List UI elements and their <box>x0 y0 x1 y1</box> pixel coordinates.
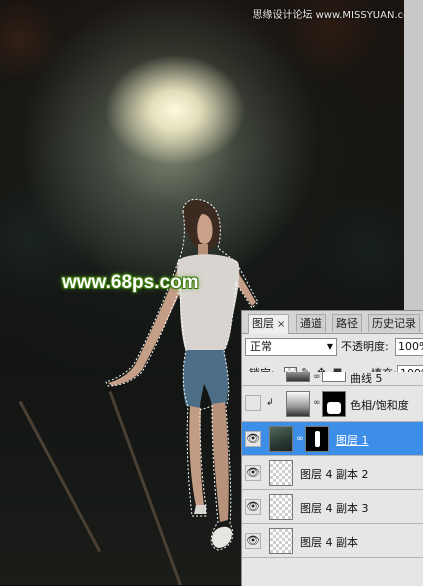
chain-link-icon: ∞ <box>313 372 321 382</box>
eye-icon[interactable]: 👁 <box>245 533 261 549</box>
layer-name: 色相/饱和度 <box>350 399 409 412</box>
eye-icon[interactable]: 👁 <box>245 499 261 515</box>
tab-channels[interactable]: 通道 <box>296 314 326 332</box>
watermark-68ps: www.68ps.com <box>62 272 199 293</box>
mask-thumbnail <box>322 372 346 382</box>
layer-name: 曲线 5 <box>350 372 383 385</box>
blend-opacity-row: 正常 ▼ 不透明度: 100% <box>242 335 423 359</box>
tab-layers-label: 图层 <box>252 317 274 330</box>
adjustment-thumbnail <box>286 391 310 417</box>
shoe-back <box>194 505 206 514</box>
visibility-toggle[interactable] <box>245 395 261 411</box>
layer-name: 图层 4 副本 <box>300 536 358 549</box>
leg-left <box>189 406 204 506</box>
opacity-label: 不透明度: <box>341 340 389 353</box>
tab-layers[interactable]: 图层 × <box>248 314 290 334</box>
mask-thumbnail <box>305 426 329 452</box>
eye-icon[interactable]: 👁 <box>245 431 261 447</box>
layer-name: 图层 4 副本 2 <box>300 468 369 481</box>
layer-thumbnail <box>269 528 293 554</box>
opacity-input[interactable]: 100% <box>395 338 423 356</box>
blouse <box>177 254 240 352</box>
adjustment-thumbnail <box>286 372 310 382</box>
panel-tabs: 图层 × 通道 路径 历史记录 <box>242 311 423 334</box>
layers-panel: 图层× 通道 路径 历史记录 正常 ▼ 不透明度: 100% 锁定: ✎ ✥ ■… <box>241 310 423 586</box>
watermark-missyuan: 思缘设计论坛 www.MISSYUAN.com <box>252 10 419 21</box>
layer-name: 图层 1 <box>336 434 369 447</box>
blend-mode-select[interactable]: 正常 ▼ <box>245 338 337 356</box>
layer-thumbnail <box>269 494 293 520</box>
layer-row[interactable]: 👁 图层 4 副本 2 <box>242 456 423 490</box>
tab-history[interactable]: 历史记录 <box>368 314 420 332</box>
canvas-gutter <box>404 0 423 310</box>
chevron-down-icon: ▼ <box>326 342 333 351</box>
clipping-arrow-icon: ↲ <box>266 398 274 408</box>
layer-row[interactable]: 👁 图层 4 副本 3 <box>242 490 423 524</box>
neck <box>198 244 208 256</box>
leg-right <box>212 402 229 522</box>
denim-shorts <box>183 350 229 408</box>
layer-row-selected[interactable]: 👁 ∞ 图层 1 <box>242 422 423 456</box>
layer-row[interactable]: ∞ 曲线 5 <box>242 372 423 386</box>
chain-link-icon: ∞ <box>313 398 321 408</box>
layer-row[interactable]: ↲ ∞ 色相/饱和度 <box>242 386 423 422</box>
mask-thumbnail <box>322 391 346 417</box>
tab-channels-label: 通道 <box>300 317 322 330</box>
tab-paths-label: 路径 <box>336 317 358 330</box>
layer-row[interactable]: 👁 图层 4 副本 <box>242 524 423 558</box>
close-icon[interactable]: × <box>277 319 285 330</box>
chain-link-icon: ∞ <box>296 434 304 444</box>
blend-mode-value: 正常 <box>250 340 272 353</box>
eye-icon[interactable]: 👁 <box>245 465 261 481</box>
layer-thumbnail <box>269 460 293 486</box>
layer-thumbnail <box>269 426 293 452</box>
tab-history-label: 历史记录 <box>372 317 416 330</box>
layer-name: 图层 4 副本 3 <box>300 502 369 515</box>
tab-paths[interactable]: 路径 <box>332 314 362 332</box>
